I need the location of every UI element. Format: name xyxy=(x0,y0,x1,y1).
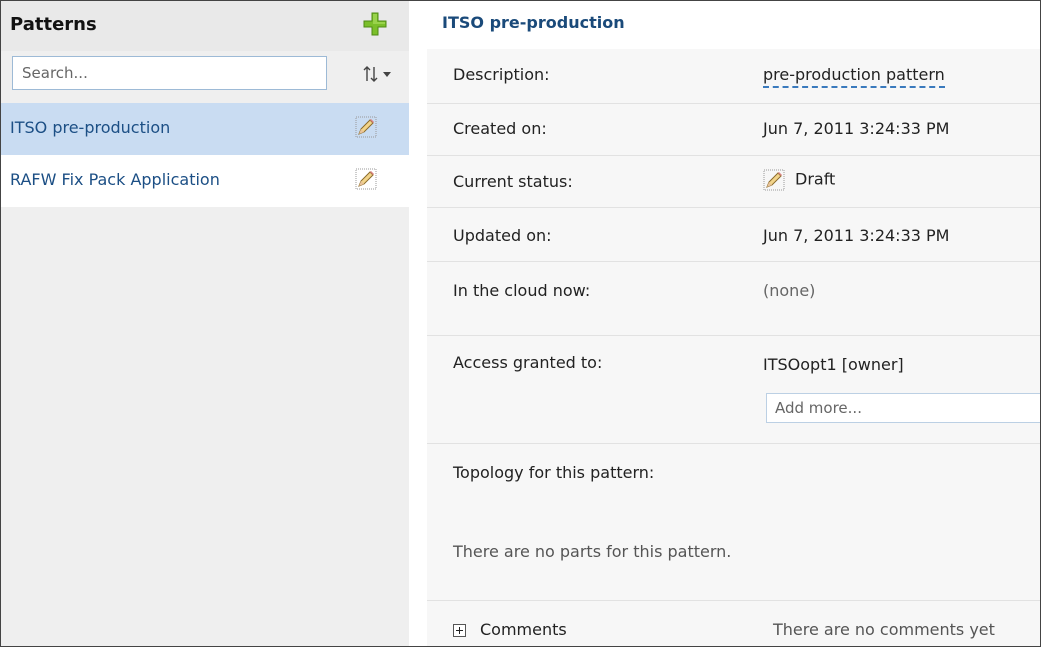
status-label: Current status: xyxy=(453,172,573,191)
cloud-value: (none) xyxy=(763,281,816,300)
no-parts-text: There are no parts for this pattern. xyxy=(453,542,732,561)
created-label: Created on: xyxy=(453,119,547,138)
created-row: Created on: Jun 7, 2011 3:24:33 PM xyxy=(427,103,1040,156)
pencil-icon[interactable] xyxy=(355,168,377,190)
description-label: Description: xyxy=(453,65,550,84)
access-value: ITSOopt1 [owner] xyxy=(763,355,904,374)
status-row: Current status: Draft xyxy=(427,155,1040,208)
access-label: Access granted to: xyxy=(453,353,603,372)
pattern-detail-panel: ITSO pre-production Description: pre-pro… xyxy=(409,1,1040,646)
status-value: Draft xyxy=(795,169,836,189)
pattern-item-label: ITSO pre-production xyxy=(10,118,171,137)
patterns-panel: Patterns ITSO pre-production RAFW Fix Pa… xyxy=(1,1,409,646)
cloud-label: In the cloud now: xyxy=(453,281,591,300)
no-comments-text: There are no comments yet xyxy=(773,620,995,639)
add-access-input[interactable] xyxy=(766,393,1040,423)
patterns-header: Patterns xyxy=(1,1,409,51)
updated-value: Jun 7, 2011 3:24:33 PM xyxy=(763,226,950,245)
detail-title: ITSO pre-production xyxy=(442,13,625,32)
pencil-icon xyxy=(763,169,785,191)
access-row: Access granted to: ITSOopt1 [owner] xyxy=(427,335,1040,444)
description-row: Description: pre-production pattern xyxy=(427,49,1040,104)
detail-header: ITSO pre-production xyxy=(409,1,1040,49)
status-value-wrap: Draft xyxy=(763,169,835,191)
app-frame: Patterns ITSO pre-production RAFW Fix Pa… xyxy=(0,0,1041,647)
updated-row: Updated on: Jun 7, 2011 3:24:33 PM xyxy=(427,207,1040,262)
sort-icon[interactable] xyxy=(362,63,400,85)
search-input[interactable] xyxy=(12,56,327,90)
pattern-item-label: RAFW Fix Pack Application xyxy=(10,170,220,189)
pattern-item-rafw-fix-pack[interactable]: RAFW Fix Pack Application xyxy=(1,155,409,207)
comments-label[interactable]: Comments xyxy=(480,620,567,639)
pencil-icon[interactable] xyxy=(355,116,377,138)
pattern-item-itso-pre-production[interactable]: ITSO pre-production xyxy=(1,103,409,155)
comments-row: Comments There are no comments yet xyxy=(427,600,1040,646)
created-value: Jun 7, 2011 3:24:33 PM xyxy=(763,119,950,138)
patterns-title: Patterns xyxy=(10,14,97,35)
add-pattern-icon[interactable] xyxy=(363,12,387,36)
updated-label: Updated on: xyxy=(453,226,552,245)
cloud-row: In the cloud now: (none) xyxy=(427,261,1040,336)
description-value[interactable]: pre-production pattern xyxy=(763,65,945,88)
topology-label: Topology for this pattern: xyxy=(453,463,655,482)
detail-properties: Description: pre-production pattern Crea… xyxy=(427,49,1040,646)
expand-plus-icon[interactable] xyxy=(453,624,466,637)
topology-row: Topology for this pattern: There are no … xyxy=(427,443,1040,601)
